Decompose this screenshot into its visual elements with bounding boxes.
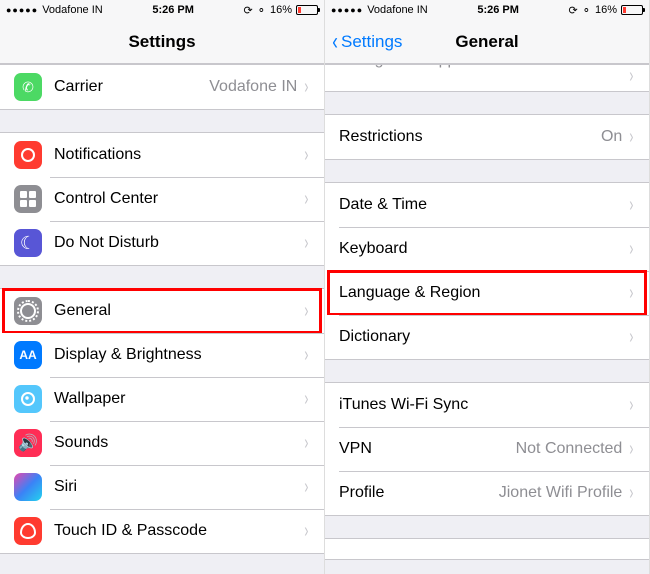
chevron-right-icon: › (305, 76, 309, 99)
battery-percent: 16% (595, 4, 617, 16)
status-bar: ●●●●● Vodafone IN 5:26 PM ⟳ ⚬ 16% (0, 0, 324, 20)
phone-icon: ✆ (14, 73, 42, 101)
chevron-right-icon: › (305, 476, 309, 499)
row-notifications[interactable]: Notifications › (0, 133, 324, 177)
row-siri[interactable]: Siri › (0, 465, 324, 509)
row-label: Siri (54, 478, 77, 496)
chevron-right-icon: › (305, 344, 309, 367)
row-label: Wallpaper (54, 390, 125, 408)
chevron-right-icon: › (630, 482, 634, 505)
chevron-right-icon: › (305, 388, 309, 411)
bluetooth-icon: ⚬ (257, 4, 266, 17)
chevron-right-icon: › (630, 326, 634, 349)
row-control-center[interactable]: Control Center › (0, 177, 324, 221)
gear-icon (14, 297, 42, 325)
chevron-right-icon: › (630, 394, 634, 417)
speaker-icon: 🔊 (14, 429, 42, 457)
signal-dots-icon: ●●●●● (331, 5, 363, 15)
row-label: VPN (339, 440, 372, 458)
battery-icon (621, 5, 643, 15)
chevron-right-icon: › (630, 282, 634, 305)
row-detail: Jionet Wifi Profile (499, 484, 623, 502)
left-screenshot: ●●●●● Vodafone IN 5:26 PM ⟳ ⚬ 16% Settin… (0, 0, 325, 574)
row-label: Background App Refresh (339, 65, 517, 69)
row-restrictions[interactable]: Restrictions On › (325, 115, 649, 159)
row-label: iTunes Wi-Fi Sync (339, 396, 468, 414)
chevron-right-icon: › (305, 432, 309, 455)
row-label: Dictionary (339, 328, 410, 346)
carrier-name: Vodafone IN (367, 4, 428, 16)
carrier-name: Vodafone IN (42, 4, 103, 16)
row-partial-next[interactable] (325, 539, 649, 559)
row-dictionary[interactable]: Dictionary › (325, 315, 649, 359)
back-label: Settings (341, 32, 402, 52)
status-time: 5:26 PM (477, 4, 519, 16)
row-detail: On (601, 128, 622, 146)
row-label: Date & Time (339, 196, 427, 214)
row-display-brightness[interactable]: AA Display & Brightness › (0, 333, 324, 377)
row-carrier[interactable]: ✆ Carrier Vodafone IN › (0, 65, 324, 109)
right-screenshot: ●●●●● Vodafone IN 5:26 PM ⟳ ⚬ 16% ‹ Sett… (325, 0, 650, 574)
siri-icon (14, 473, 42, 501)
chevron-right-icon: › (630, 238, 634, 261)
chevron-right-icon: › (305, 188, 309, 211)
chevron-right-icon: › (305, 144, 309, 167)
settings-list[interactable]: ✆ Carrier Vodafone IN › Notifications › … (0, 64, 324, 574)
row-sounds[interactable]: 🔊 Sounds › (0, 421, 324, 465)
row-label: Display & Brightness (54, 346, 202, 364)
moon-icon: ☾ (14, 229, 42, 257)
row-profile[interactable]: Profile Jionet Wifi Profile › (325, 471, 649, 515)
chevron-right-icon: › (630, 194, 634, 217)
row-vpn[interactable]: VPN Not Connected › (325, 427, 649, 471)
row-background-app-refresh[interactable]: Background App Refresh › (325, 65, 649, 91)
row-label: Sounds (54, 434, 108, 452)
chevron-right-icon: › (305, 520, 309, 543)
notifications-icon (14, 141, 42, 169)
row-touch-id[interactable]: Touch ID & Passcode › (0, 509, 324, 553)
status-time: 5:26 PM (152, 4, 194, 16)
nav-bar: Settings (0, 20, 324, 64)
chevron-right-icon: › (305, 300, 309, 323)
status-bar: ●●●●● Vodafone IN 5:26 PM ⟳ ⚬ 16% (325, 0, 649, 20)
chevron-right-icon: › (630, 438, 634, 461)
row-do-not-disturb[interactable]: ☾ Do Not Disturb › (0, 221, 324, 265)
row-detail: Vodafone IN (209, 78, 297, 96)
row-label: Restrictions (339, 128, 423, 146)
bluetooth-icon: ⚬ (582, 4, 591, 17)
control-center-icon (14, 185, 42, 213)
row-keyboard[interactable]: Keyboard › (325, 227, 649, 271)
row-label: Do Not Disturb (54, 234, 159, 252)
chevron-right-icon: › (630, 65, 634, 88)
row-detail: Not Connected (516, 440, 623, 458)
nav-bar: ‹ Settings General (325, 20, 649, 64)
row-label: General (54, 302, 111, 320)
back-button[interactable]: ‹ Settings (325, 30, 402, 54)
general-list[interactable]: Background App Refresh › Restrictions On… (325, 64, 649, 574)
fingerprint-icon (14, 517, 42, 545)
page-title: Settings (0, 32, 324, 52)
chevron-right-icon: › (630, 126, 634, 149)
battery-percent: 16% (270, 4, 292, 16)
battery-icon (296, 5, 318, 15)
rotation-lock-icon: ⟳ (569, 4, 578, 17)
chevron-right-icon: › (305, 232, 309, 255)
row-label: Control Center (54, 190, 158, 208)
rotation-lock-icon: ⟳ (244, 4, 253, 17)
row-label: Language & Region (339, 284, 480, 302)
row-date-time[interactable]: Date & Time › (325, 183, 649, 227)
signal-dots-icon: ●●●●● (6, 5, 38, 15)
chevron-left-icon: ‹ (332, 30, 338, 54)
row-wallpaper[interactable]: Wallpaper › (0, 377, 324, 421)
display-icon: AA (14, 341, 42, 369)
row-label: Touch ID & Passcode (54, 522, 207, 540)
row-label: Carrier (54, 78, 103, 96)
row-language-region[interactable]: Language & Region › (325, 271, 649, 315)
row-general[interactable]: General › (0, 289, 324, 333)
row-itunes-wifi-sync[interactable]: iTunes Wi-Fi Sync › (325, 383, 649, 427)
wallpaper-icon (14, 385, 42, 413)
row-label: Notifications (54, 146, 141, 164)
row-label: Keyboard (339, 240, 408, 258)
row-label: Profile (339, 484, 384, 502)
